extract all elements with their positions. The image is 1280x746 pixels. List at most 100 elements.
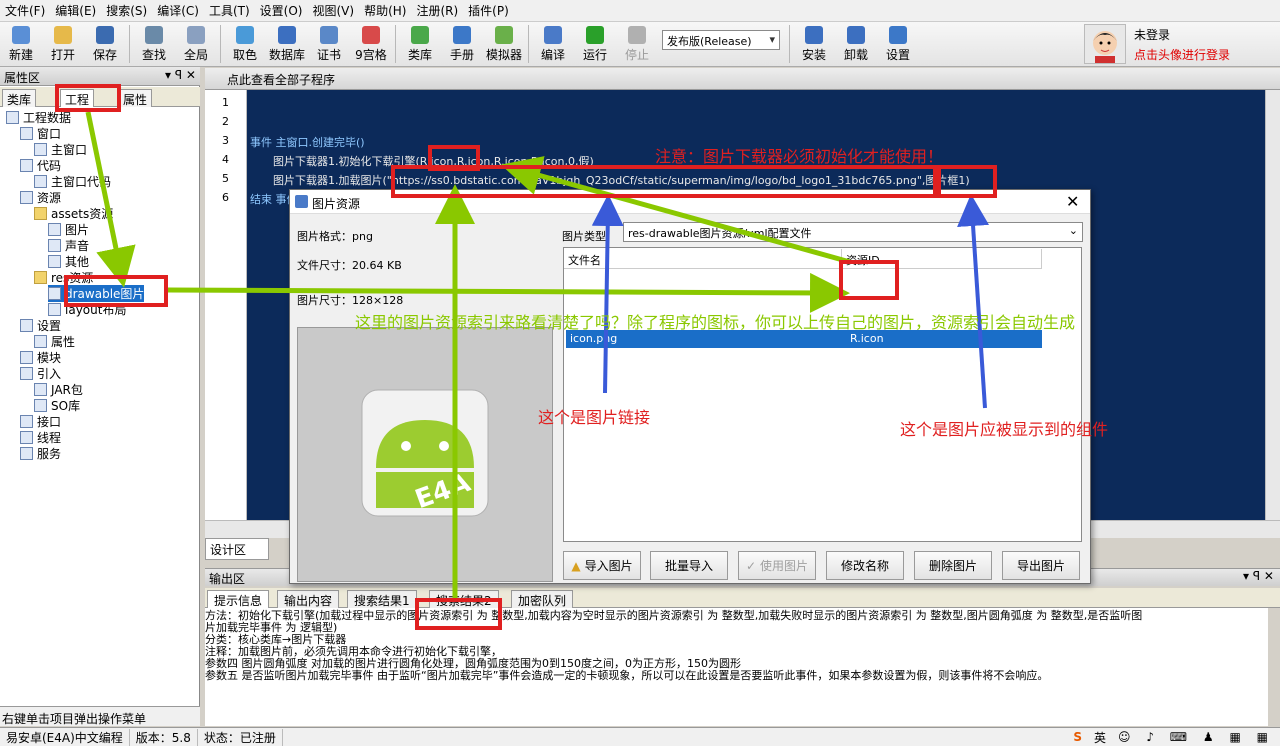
- tb-button-11[interactable]: 模拟器: [483, 22, 525, 66]
- avatar[interactable]: [1084, 24, 1126, 64]
- tree-item[interactable]: assets资源: [34, 205, 113, 222]
- output-tab[interactable]: 提示信息: [207, 590, 270, 608]
- editor-scrollbar[interactable]: [1265, 90, 1280, 520]
- tree-item[interactable]: 引入: [20, 365, 61, 382]
- menu-settings[interactable]: 设置(O): [255, 2, 308, 19]
- tree-item[interactable]: 服务: [20, 445, 61, 462]
- tb-button-7[interactable]: 证书: [308, 22, 350, 66]
- column-filename[interactable]: 文件名: [564, 249, 842, 269]
- toolbar-label: 保存: [92, 48, 117, 62]
- tree-item[interactable]: 资源: [20, 189, 61, 206]
- tree-item[interactable]: 模块: [20, 349, 61, 366]
- node-icon: [20, 319, 33, 332]
- tree-item[interactable]: SO库: [34, 397, 80, 414]
- highlight-project-tab: [55, 84, 121, 112]
- tree-item[interactable]: 窗口: [20, 125, 61, 142]
- check-icon: ✓: [745, 558, 757, 573]
- tree-item[interactable]: 主窗口代码: [34, 173, 111, 190]
- tbr-button-2[interactable]: 设置: [877, 22, 919, 66]
- tb-button-2[interactable]: 保存: [84, 22, 126, 66]
- tree-item-label: 窗口: [37, 127, 62, 141]
- release-mode-select[interactable]: 发布版(Release): [662, 30, 780, 50]
- node-icon: [34, 399, 47, 412]
- subroutine-bar[interactable]: 点此查看全部子程序: [205, 68, 1280, 90]
- code-line[interactable]: 事件 主窗口.创建完毕(): [250, 134, 365, 150]
- node-icon: [6, 111, 19, 124]
- menu-edit[interactable]: 编辑(E): [50, 2, 101, 19]
- use-image-button[interactable]: ✓ 使用图片: [738, 551, 816, 580]
- output-tab[interactable]: 加密队列: [511, 590, 574, 608]
- tree-item[interactable]: 设置: [20, 317, 61, 334]
- install-icon: [805, 26, 823, 44]
- ime-tool-icons[interactable]: ☺ ♪ ⌨ ♟ ▦ ▦: [1112, 730, 1280, 744]
- toolbar-label: 卸载: [843, 48, 868, 62]
- tree-item[interactable]: 接口: [20, 413, 61, 430]
- output-line: 方法：初始化下载引擎(加载过程中显示的图片资源索引 为 整数型,加载内容为空时显…: [205, 609, 1143, 622]
- image-preview: E4A: [297, 327, 553, 582]
- tb-button-0[interactable]: 新建: [0, 22, 42, 66]
- settings-icon: [889, 26, 907, 44]
- tb-button-6[interactable]: 数据库: [266, 22, 308, 66]
- tb-button-5[interactable]: 取色: [224, 22, 266, 66]
- tab-library[interactable]: 类库: [2, 89, 37, 107]
- tbr-button-0[interactable]: 安装: [793, 22, 835, 66]
- rename-button[interactable]: 修改名称: [826, 551, 904, 580]
- delete-image-button[interactable]: 删除图片: [914, 551, 992, 580]
- output-tab[interactable]: 搜索结果1: [347, 590, 417, 608]
- tb-button-8[interactable]: 9宫格: [350, 22, 392, 66]
- menu-view[interactable]: 视图(V): [307, 2, 359, 19]
- import-image-button[interactable]: ▲ 导入图片: [563, 551, 641, 580]
- image-type-select[interactable]: res-drawable图片资源/xml配置文件 ⌄: [623, 222, 1083, 242]
- ime-language[interactable]: 英: [1088, 729, 1112, 746]
- panel-pin-close-icon[interactable]: ▾ ꟼ ✕: [165, 68, 196, 82]
- tb-button-4[interactable]: 全局: [175, 22, 217, 66]
- output-title: 输出区: [209, 572, 246, 586]
- tb-button-10[interactable]: 手册: [441, 22, 483, 66]
- e4a-logo-icon: E4A: [361, 389, 489, 517]
- tree-item[interactable]: 线程: [20, 429, 61, 446]
- tb-button-13[interactable]: 运行: [574, 22, 616, 66]
- node-icon: [34, 143, 47, 156]
- menu-tools[interactable]: 工具(T): [204, 2, 255, 19]
- tab-library-label: 类库: [7, 93, 32, 107]
- export-image-button[interactable]: 导出图片: [1002, 551, 1080, 580]
- tab-properties[interactable]: 属性: [118, 89, 153, 107]
- output-tab-label: 搜索结果1: [354, 594, 410, 608]
- login-hint[interactable]: 点击头像进行登录: [1134, 46, 1230, 63]
- menu-compile[interactable]: 编译(C): [152, 2, 204, 19]
- property-panel: 属性区 ▾ ꟼ ✕ 类库 工程 属性 工程数据 窗口 主窗口 代码 主窗口代码 资源 asse…: [0, 67, 200, 707]
- tree-item[interactable]: 其他: [48, 253, 89, 270]
- tbr-button-1[interactable]: 卸载: [835, 22, 877, 66]
- certificate-icon: [320, 26, 338, 44]
- ime-logo-icon[interactable]: S: [1067, 730, 1088, 744]
- tb-button-1[interactable]: 打开: [42, 22, 84, 66]
- tb-button-12[interactable]: 编译: [532, 22, 574, 66]
- tb-button-3[interactable]: 查找: [133, 22, 175, 66]
- node-icon: [20, 351, 33, 364]
- dialog-close-icon[interactable]: ✕: [1066, 192, 1079, 211]
- output-pin-close-icon[interactable]: ▾ ꟼ ✕: [1243, 569, 1274, 583]
- tab-design[interactable]: 设计区: [205, 538, 269, 560]
- tree-item[interactable]: 声音: [48, 237, 89, 254]
- nine-grid-icon: [362, 26, 380, 44]
- toolbar-label: 全局: [183, 48, 208, 62]
- status-state: 状态：已注册: [198, 728, 283, 746]
- menu-file[interactable]: 文件(F): [0, 2, 50, 19]
- node-icon: [48, 223, 61, 236]
- menu-search[interactable]: 搜索(S): [101, 2, 152, 19]
- resource-list[interactable]: 文件名 资源ID icon.png R.icon: [563, 247, 1082, 542]
- output-tab[interactable]: 输出内容: [277, 590, 340, 608]
- batch-import-button[interactable]: 批量导入: [650, 551, 728, 580]
- tree-item[interactable]: 属性: [34, 333, 75, 350]
- tree-item[interactable]: 代码: [20, 157, 61, 174]
- toolbar-separator: [395, 25, 396, 63]
- menu-help[interactable]: 帮助(H): [359, 2, 411, 19]
- tb-button-14[interactable]: 停止: [616, 22, 658, 66]
- menu-plugins[interactable]: 插件(P): [463, 2, 514, 19]
- tree-item[interactable]: 主窗口: [34, 141, 87, 158]
- tree-item[interactable]: JAR包: [34, 381, 83, 398]
- menu-register[interactable]: 注册(R): [411, 2, 463, 19]
- tree-item[interactable]: 图片: [48, 221, 89, 238]
- node-icon: [20, 415, 33, 428]
- tb-button-9[interactable]: 类库: [399, 22, 441, 66]
